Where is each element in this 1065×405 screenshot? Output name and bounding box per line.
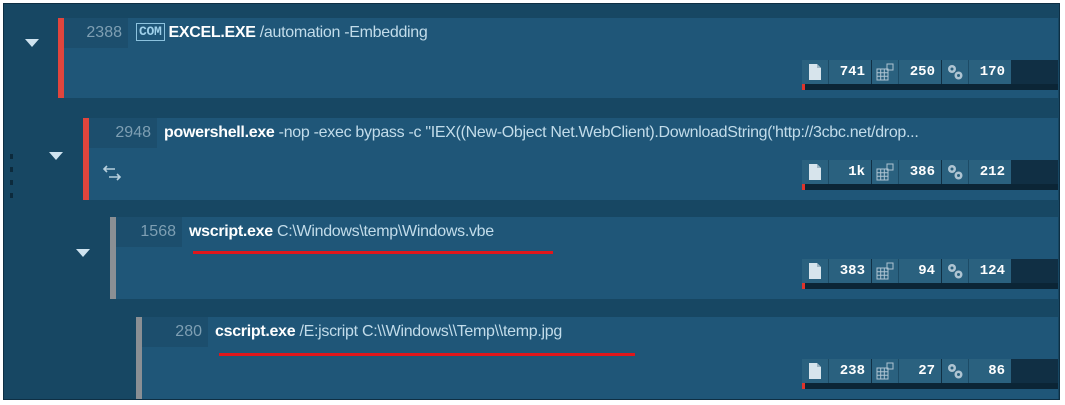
stat-threads-value: 170: [979, 64, 1005, 80]
process-pid: 1568: [116, 217, 182, 247]
stat-threads[interactable]: 124: [942, 259, 1011, 283]
process-node-wscript[interactable]: 1568 wscript.exe C:\Windows\temp\Windows…: [110, 217, 1058, 299]
process-exe: cscript.exe: [215, 323, 296, 340]
stat-threads[interactable]: 212: [942, 160, 1011, 184]
expand-caret-icon[interactable]: [76, 249, 90, 257]
activity-bar: [802, 383, 1058, 389]
process-args: /automation -Embedding: [255, 24, 428, 41]
expand-caret-icon[interactable]: [49, 152, 63, 160]
stat-files[interactable]: 238: [802, 359, 871, 383]
stat-files-value: 1k: [848, 164, 865, 180]
process-node-powershell[interactable]: 2948 powershell.exe -nop -exec bypass -c…: [83, 118, 1058, 200]
process-title: COM EXCEL.EXE /automation -Embedding: [136, 18, 1036, 48]
process-exe: wscript.exe: [189, 223, 273, 240]
stat-registry[interactable]: 94: [872, 259, 941, 283]
process-node-excel[interactable]: 2388 COM EXCEL.EXE /automation -Embedding…: [58, 18, 1058, 98]
stat-files-value: 238: [839, 363, 865, 379]
process-exe: EXCEL.EXE: [168, 24, 256, 41]
gears-icon: [942, 359, 969, 383]
com-badge: COM: [136, 23, 165, 41]
stat-registry-value: 27: [918, 363, 935, 379]
stat-threads-value: 124: [979, 263, 1005, 279]
activity-bar: [802, 283, 1058, 289]
registry-icon: [872, 160, 899, 184]
process-node-cscript[interactable]: 280 cscript.exe /E:jscript C:\\Windows\\…: [136, 317, 1058, 399]
process-pid: 280: [142, 317, 208, 347]
process-args: -nop -exec bypass -c "IEX((New-Object Ne…: [274, 124, 919, 141]
gears-icon: [942, 259, 969, 283]
stat-files[interactable]: 383: [802, 259, 871, 283]
process-stats: 238 27 86: [802, 359, 1058, 389]
process-exe: powershell.exe: [164, 124, 275, 141]
stat-threads[interactable]: 86: [942, 359, 1011, 383]
registry-icon: [872, 60, 899, 84]
swap-arrows-icon: [101, 164, 123, 187]
highlight-underline: [193, 251, 553, 254]
stat-files[interactable]: 1k: [802, 160, 871, 184]
process-title: cscript.exe /E:jscript C:\\Windows\\Temp…: [215, 317, 1035, 347]
stat-threads[interactable]: 170: [942, 60, 1011, 84]
process-title: powershell.exe -nop -exec bypass -c "IEX…: [164, 118, 1054, 148]
stat-files-value: 741: [839, 64, 865, 80]
process-stats: 383 94 124: [802, 259, 1058, 289]
stat-registry[interactable]: 386: [872, 160, 941, 184]
file-icon: [802, 259, 829, 283]
process-tree: 2388 COM EXCEL.EXE /automation -Embedding…: [3, 3, 1060, 400]
process-pid: 2948: [89, 118, 157, 148]
stat-threads-value: 86: [988, 363, 1005, 379]
process-args: C:\Windows\temp\Windows.vbe: [272, 223, 494, 240]
process-pid: 2388: [64, 18, 128, 48]
process-args: /E:jscript C:\\Windows\\Temp\\temp.jpg: [295, 323, 562, 340]
file-icon: [802, 160, 829, 184]
process-stats: 741 250 170: [802, 60, 1058, 90]
file-icon: [802, 359, 829, 383]
activity-bar: [802, 184, 1058, 190]
process-title: wscript.exe C:\Windows\temp\Windows.vbe: [189, 217, 1029, 247]
resize-handle[interactable]: [10, 154, 13, 206]
stat-registry-value: 94: [918, 263, 935, 279]
registry-icon: [872, 259, 899, 283]
registry-icon: [872, 359, 899, 383]
process-stats: 1k 386 212: [802, 160, 1058, 190]
stat-files-value: 383: [839, 263, 865, 279]
highlight-underline: [219, 353, 635, 356]
stat-registry[interactable]: 250: [872, 60, 941, 84]
file-icon: [802, 60, 829, 84]
activity-bar: [802, 84, 1058, 90]
stat-registry-value: 250: [909, 64, 935, 80]
gears-icon: [942, 160, 969, 184]
stat-threads-value: 212: [979, 164, 1005, 180]
expand-caret-icon[interactable]: [25, 39, 39, 47]
stat-registry[interactable]: 27: [872, 359, 941, 383]
stat-registry-value: 386: [909, 164, 935, 180]
gears-icon: [942, 60, 969, 84]
stat-files[interactable]: 741: [802, 60, 871, 84]
